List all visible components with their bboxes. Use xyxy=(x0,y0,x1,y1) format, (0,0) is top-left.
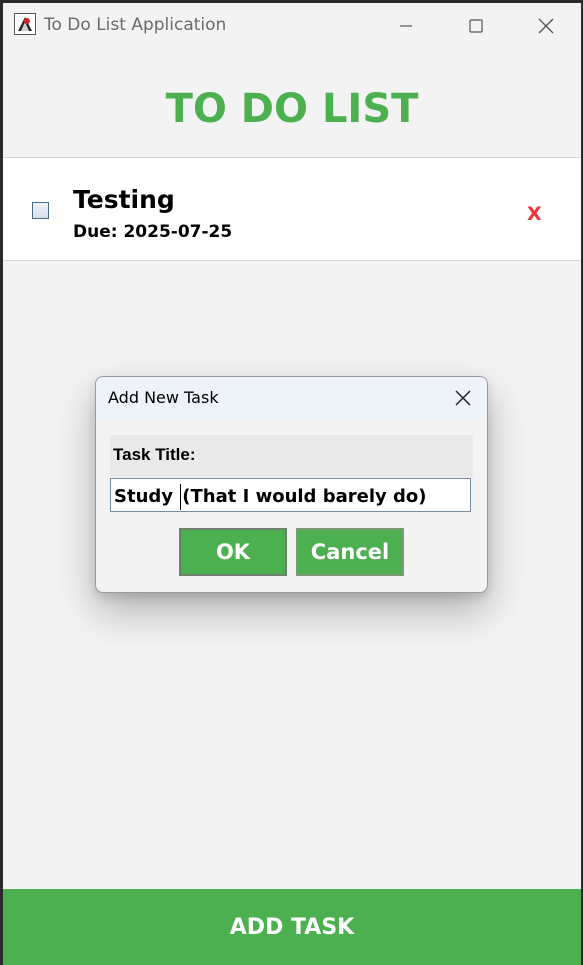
title-bar[interactable]: To Do List Application xyxy=(3,3,581,48)
close-icon xyxy=(538,18,554,33)
ok-button[interactable]: OK xyxy=(179,528,287,576)
add-task-dialog: Add New Task Task Title: Study (That I w… xyxy=(95,376,488,593)
close-window-button[interactable] xyxy=(511,3,581,48)
task-title-label-area: Task Title: xyxy=(110,435,473,477)
task-list-item: Testing Due: 2025-07-25 X xyxy=(3,157,581,261)
task-title: Testing xyxy=(73,185,175,214)
input-text-before-caret: Study xyxy=(114,486,180,507)
input-text-after-caret: (That I would barely do) xyxy=(182,486,427,507)
dialog-title-bar[interactable]: Add New Task xyxy=(96,377,487,419)
dialog-close-button[interactable] xyxy=(451,386,475,410)
task-title-label: Task Title: xyxy=(113,445,196,464)
task-complete-checkbox[interactable] xyxy=(32,202,49,219)
dialog-title: Add New Task xyxy=(108,388,219,407)
task-title-input[interactable]: Study (That I would barely do) xyxy=(110,478,471,512)
maximize-button[interactable] xyxy=(441,3,511,48)
task-due-date: Due: 2025-07-25 xyxy=(73,222,233,242)
add-task-button[interactable]: ADD TASK xyxy=(3,889,581,965)
cancel-button[interactable]: Cancel xyxy=(296,528,404,576)
page-title: TO DO LIST xyxy=(165,86,419,132)
window-title: To Do List Application xyxy=(44,15,227,35)
java-app-icon xyxy=(14,13,36,35)
minimize-button[interactable] xyxy=(371,3,441,48)
delete-task-button[interactable]: X xyxy=(527,203,542,225)
close-icon xyxy=(455,390,471,406)
minimize-icon xyxy=(400,24,412,27)
maximize-icon xyxy=(469,18,483,33)
